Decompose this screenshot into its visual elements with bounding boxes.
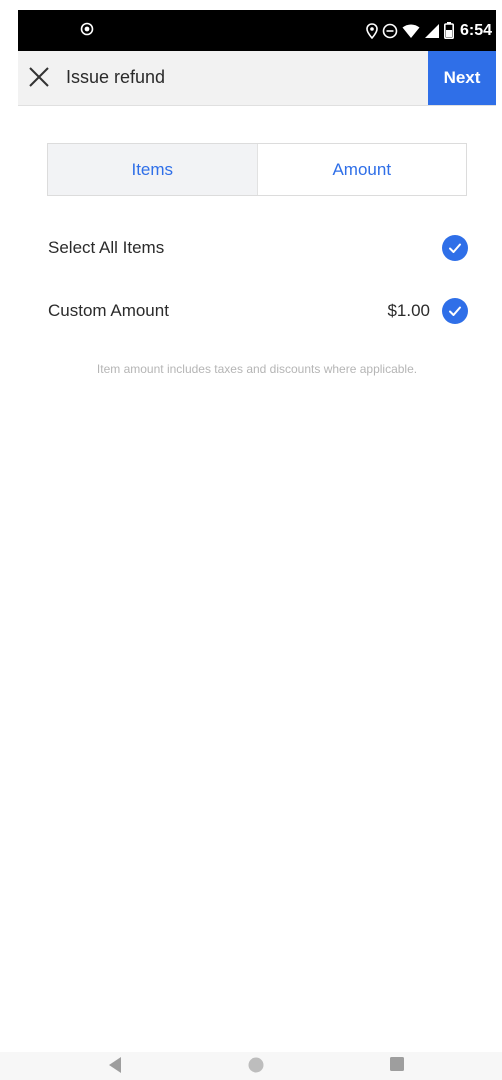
tab-amount[interactable]: Amount [257, 144, 466, 195]
select-all-items-label: Select All Items [48, 238, 165, 257]
status-bar: 6:54 [18, 10, 496, 51]
custom-amount-row[interactable]: Custom Amount $1.00 [48, 295, 468, 327]
checkmark-icon [449, 243, 461, 253]
location-icon [366, 22, 378, 39]
navigation-bar [0, 1052, 502, 1080]
notification-dot-icon [80, 22, 94, 36]
recents-icon[interactable] [389, 1056, 405, 1072]
next-button[interactable]: Next [428, 51, 496, 105]
battery-icon [443, 22, 454, 39]
page-title: Issue refund [66, 67, 166, 87]
select-all-items-row[interactable]: Select All Items [48, 232, 468, 264]
wifi-icon [402, 24, 420, 38]
app-header: Issue refund Next [18, 51, 496, 106]
status-icons: 6:54 [366, 10, 496, 51]
status-time: 6:54 [459, 21, 492, 39]
screen: 6:54 Issue refund Next Items Amount Sele… [0, 0, 502, 1080]
tab-items[interactable]: Items [48, 144, 258, 195]
back-icon[interactable] [107, 1056, 123, 1074]
close-icon[interactable] [26, 64, 52, 90]
custom-amount-checkbox[interactable] [442, 298, 468, 324]
custom-amount-value: $1.00 [387, 301, 430, 320]
checkmark-icon [449, 306, 461, 316]
home-icon[interactable] [247, 1056, 265, 1074]
tax-footnote: Item amount includes taxes and discounts… [96, 362, 418, 376]
signal-icon [424, 23, 439, 38]
refund-type-tabs: Items Amount [47, 143, 467, 196]
select-all-items-checkbox[interactable] [442, 235, 468, 261]
do-not-disturb-icon [382, 23, 398, 38]
custom-amount-label: Custom Amount [48, 301, 169, 320]
